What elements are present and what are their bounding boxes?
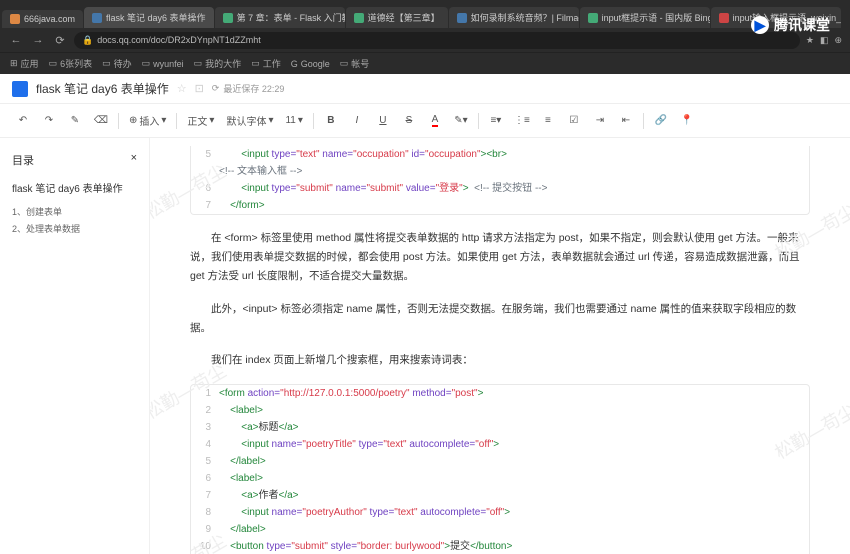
- bookmark[interactable]: ▭ 我的大作: [194, 57, 242, 70]
- favicon: [10, 14, 20, 24]
- indent-button[interactable]: ⇥: [589, 110, 611, 132]
- bookmark[interactable]: ▭ 6张列表: [49, 57, 93, 70]
- brand-overlay: ▶ 腾讯课堂: [751, 15, 830, 35]
- content-area: 目录× flask 笔记 day6 表单操作 1、创建表单 2、处理表单数据 松…: [0, 138, 850, 554]
- undo-button[interactable]: ↶: [12, 110, 34, 132]
- favicon: [92, 13, 102, 23]
- brand-logo-icon: ▶: [751, 16, 769, 34]
- browser-tab[interactable]: 666java.com: [2, 10, 83, 28]
- url-text: docs.qq.com/doc/DR2xDYnpNT1dZZmht: [97, 35, 261, 45]
- favicon: [588, 13, 598, 23]
- browser-tab[interactable]: 如何录制系统音频？| Filmage S: [449, 7, 579, 28]
- outline-heading[interactable]: flask 笔记 day6 表单操作: [12, 180, 137, 195]
- number-list-button[interactable]: ≡: [537, 110, 559, 132]
- toolbar: ↶ ↷ ✎ ⌫ ⊕ 插入 ▾ 正文 ▾ 默认字体 ▾ 11 ▾ B I U S …: [0, 104, 850, 138]
- document-body[interactable]: 松勤—苟尘 松勤—苟尘 松勤—苟尘 松勤—苟尘 松勤—苟尘 松勤—苟尘 5 <i…: [150, 138, 850, 554]
- bookmark[interactable]: G Google: [291, 59, 330, 69]
- outline-item[interactable]: 2、处理表单数据: [12, 220, 137, 237]
- favicon: [354, 13, 364, 23]
- bookmark[interactable]: ▭ wyunfei: [142, 58, 184, 69]
- font-dropdown[interactable]: 默认字体 ▾: [222, 113, 277, 128]
- star-icon[interactable]: ☆: [177, 82, 187, 95]
- bullet-list-button[interactable]: ⋮≡: [511, 110, 533, 132]
- paragraph: 在 <form> 标签里使用 method 属性将提交表单数据的 http 请求…: [190, 229, 810, 286]
- browser-chrome: 666java.com flask 笔记 day6 表单操作 第 7 章：表单 …: [0, 0, 850, 52]
- link-button[interactable]: 🔗: [650, 110, 672, 132]
- address-bar[interactable]: 🔒 docs.qq.com/doc/DR2xDYnpNT1dZZmht: [74, 32, 800, 49]
- addr-icons: ★ ◧ ⊕: [806, 35, 842, 46]
- highlight-button[interactable]: ✎▾: [450, 110, 472, 132]
- save-status: ⟳ 最近保存 22:29: [212, 82, 285, 95]
- extension-icon[interactable]: ★: [806, 35, 814, 46]
- more-icon[interactable]: ⊡: [195, 82, 204, 95]
- close-outline-icon[interactable]: ×: [131, 152, 137, 168]
- address-bar-row: ← → ⟳ 🔒 docs.qq.com/doc/DR2xDYnpNT1dZZmh…: [0, 28, 850, 52]
- font-size-dropdown[interactable]: 11 ▾: [281, 115, 306, 126]
- favicon: [719, 13, 729, 23]
- align-button[interactable]: ≡▾: [485, 110, 507, 132]
- font-color-button[interactable]: A: [424, 110, 446, 132]
- outline-item[interactable]: 1、创建表单: [12, 203, 137, 220]
- bookmark[interactable]: ▭ 帐号: [340, 57, 370, 70]
- bookmark[interactable]: ⊞ 应用: [10, 57, 39, 70]
- bookmark[interactable]: ▭ 工作: [251, 57, 281, 70]
- doc-logo-icon: [12, 81, 28, 97]
- browser-tab[interactable]: flask 笔记 day6 表单操作: [84, 7, 214, 28]
- outline-sidebar: 目录× flask 笔记 day6 表单操作 1、创建表单 2、处理表单数据: [0, 138, 150, 554]
- insert-dropdown[interactable]: ⊕ 插入 ▾: [125, 113, 170, 128]
- tab-strip: 666java.com flask 笔记 day6 表单操作 第 7 章：表单 …: [0, 0, 850, 28]
- outdent-button[interactable]: ⇤: [615, 110, 637, 132]
- extension-icon[interactable]: ⊕: [834, 35, 842, 46]
- redo-button[interactable]: ↷: [38, 110, 60, 132]
- nav-forward-button[interactable]: →: [30, 32, 46, 48]
- code-block: 1<form action="http://127.0.0.1:5000/poe…: [190, 384, 810, 554]
- brand-name: 腾讯课堂: [774, 15, 830, 35]
- bold-button[interactable]: B: [320, 110, 342, 132]
- bookmark[interactable]: ▭ 待办: [102, 57, 132, 70]
- strikethrough-button[interactable]: S: [398, 110, 420, 132]
- document-title[interactable]: flask 笔记 day6 表单操作: [36, 80, 169, 97]
- clear-format-button[interactable]: ⌫: [90, 110, 112, 132]
- outline-title: 目录×: [12, 152, 137, 168]
- nav-refresh-button[interactable]: ⟳: [52, 32, 68, 48]
- paragraph: 我们在 index 页面上新增几个搜索框，用来搜索诗词表：: [190, 351, 810, 370]
- browser-tab[interactable]: input框提示语 - 国内版 Bing: [580, 7, 710, 28]
- favicon: [223, 13, 233, 23]
- nav-back-button[interactable]: ←: [8, 32, 24, 48]
- bookmark-bar: ⊞ 应用 ▭ 6张列表 ▭ 待办 ▭ wyunfei ▭ 我的大作 ▭ 工作 G…: [0, 52, 850, 74]
- paragraph: 此外，<input> 标签必须指定 name 属性，否则无法提交数据。在服务端，…: [190, 300, 810, 338]
- browser-tab[interactable]: 第 7 章：表单 - Flask 入门教程: [215, 7, 345, 28]
- extension-icon[interactable]: ◧: [820, 35, 829, 46]
- lock-icon: 🔒: [82, 35, 93, 46]
- location-button[interactable]: 📍: [676, 110, 698, 132]
- italic-button[interactable]: I: [346, 110, 368, 132]
- underline-button[interactable]: U: [372, 110, 394, 132]
- document-header: flask 笔记 day6 表单操作 ☆ ⊡ ⟳ 最近保存 22:29: [0, 74, 850, 104]
- format-painter-button[interactable]: ✎: [64, 110, 86, 132]
- checklist-button[interactable]: ☑: [563, 110, 585, 132]
- favicon: [457, 13, 467, 23]
- paragraph-style-dropdown[interactable]: 正文 ▾: [183, 113, 218, 128]
- code-block: 5 <input type="text" name="occupation" i…: [190, 146, 810, 215]
- browser-tab[interactable]: 道德经【第三章】: [346, 7, 448, 28]
